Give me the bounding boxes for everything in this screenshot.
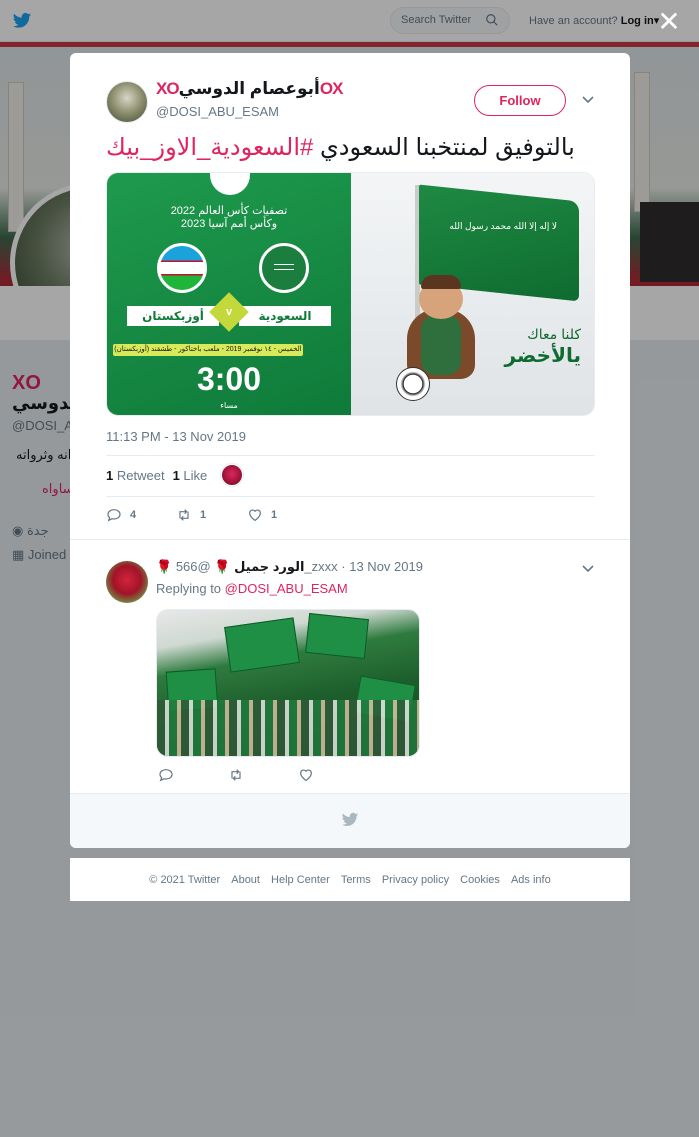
hashtag-link[interactable]: #السعودية_الاوز_بيك	[106, 134, 313, 161]
footer-copyright: © 2021 Twitter	[149, 874, 221, 886]
match-poster: تصفيات كأس العالم 2022 وكأس أمم آسيا 202…	[107, 173, 351, 415]
author-handle[interactable]: @DOSI_ABU_ESAM	[156, 104, 279, 119]
reply-button[interactable]: 4	[106, 507, 136, 527]
tweet-modal: XOأبوعصام الدوسيOX @DOSI_ABU_ESAM Follow…	[70, 53, 630, 848]
team-home: السعودية	[239, 306, 331, 326]
footer-link-about[interactable]: About	[231, 874, 260, 886]
retweet-icon	[179, 509, 189, 521]
football-logo	[210, 173, 250, 195]
reply-icon	[159, 768, 173, 782]
reply-button[interactable]	[158, 766, 174, 786]
twitter-bird-icon	[341, 812, 359, 827]
reply-icon	[107, 509, 121, 522]
retweet-button[interactable]	[228, 766, 244, 786]
poster-title: تصفيات كأس العالم 2022 وكأس أمم آسيا 202…	[170, 205, 288, 230]
retweet-button[interactable]: 1	[176, 507, 206, 527]
reply-author-name[interactable]: الورد جميل	[234, 559, 304, 574]
rose-icon: 🌹	[156, 559, 173, 574]
team-away: أوزبكستان	[127, 306, 219, 326]
vs-badge: v	[209, 292, 249, 332]
like-button[interactable]: 1	[247, 507, 277, 527]
chevron-down-icon[interactable]	[582, 562, 594, 574]
footer-link-ads[interactable]: Ads info	[511, 874, 551, 886]
tweet-media[interactable]: تصفيات كأس العالم 2022 وكأس أمم آسيا 202…	[106, 172, 595, 416]
like-action-count: 1	[271, 509, 278, 521]
divider	[106, 455, 595, 456]
chevron-down-icon[interactable]	[582, 93, 594, 105]
flag-script: لا إله إلا الله محمد رسول الله	[449, 221, 557, 231]
retweet-icon	[231, 769, 241, 781]
tweet-stats: 1 Retweet 1 Like	[106, 468, 208, 483]
author-avatar[interactable]	[106, 81, 148, 123]
reply-count: 4	[130, 509, 137, 521]
heart-icon	[300, 769, 312, 781]
author-name[interactable]: XOأبوعصام الدوسيOX	[156, 79, 343, 99]
like-button[interactable]	[298, 766, 314, 786]
like-count[interactable]: 1	[173, 468, 180, 483]
crowd-shape	[157, 700, 419, 756]
retweet-action-count: 1	[200, 509, 207, 521]
tweet-timestamp[interactable]: 11:13 PM - 13 Nov 2019	[106, 429, 246, 444]
replying-to-handle[interactable]: @DOSI_ABU_ESAM	[225, 581, 348, 596]
tweet-text: بالتوفيق لمنتخبنا السعودي #السعودية_الاو…	[106, 134, 575, 161]
waving-flag-shape	[224, 617, 300, 673]
reply-header: 🌹 الورد جميل 🌹 @566_zxxx · 13 Nov 2019	[156, 559, 423, 574]
liker-avatar[interactable]	[221, 464, 243, 486]
time-period: مساء	[220, 401, 238, 410]
footer-link-cookies[interactable]: Cookies	[460, 874, 500, 886]
follow-button[interactable]: Follow	[474, 85, 566, 116]
match-date: الخميس - ١٤ نوفمبر 2019 - ملعب باختاكور …	[113, 344, 303, 356]
uzbekistan-flag	[157, 243, 207, 293]
rose-icon: 🌹	[214, 559, 231, 574]
reply-media[interactable]	[156, 609, 420, 757]
retweet-count[interactable]: 1	[106, 468, 113, 483]
divider	[106, 496, 595, 497]
divider	[70, 539, 630, 540]
footer-link-help[interactable]: Help Center	[271, 874, 330, 886]
waving-flag-shape	[305, 612, 369, 660]
reply-date[interactable]: 13 Nov 2019	[349, 559, 423, 574]
footer-link-privacy[interactable]: Privacy policy	[382, 874, 449, 886]
footer-link-terms[interactable]: Terms	[341, 874, 371, 886]
modal-footer	[70, 793, 630, 848]
saudi-flag	[259, 243, 309, 293]
heart-icon	[249, 509, 261, 522]
football-icon	[396, 367, 430, 401]
replying-to: Replying to @DOSI_ABU_ESAM	[156, 581, 348, 596]
page-footer: © 2021 Twitter About Help Center Terms P…	[70, 858, 630, 901]
slogan: كلنا معاك يالأخضر	[504, 326, 581, 367]
mascot-poster: لا إله إلا الله محمد رسول الله كلنا معاك…	[351, 173, 594, 415]
reply-author-avatar[interactable]	[106, 561, 148, 603]
match-time: 3:00	[196, 361, 262, 397]
close-icon[interactable]: ✕	[657, 8, 681, 36]
